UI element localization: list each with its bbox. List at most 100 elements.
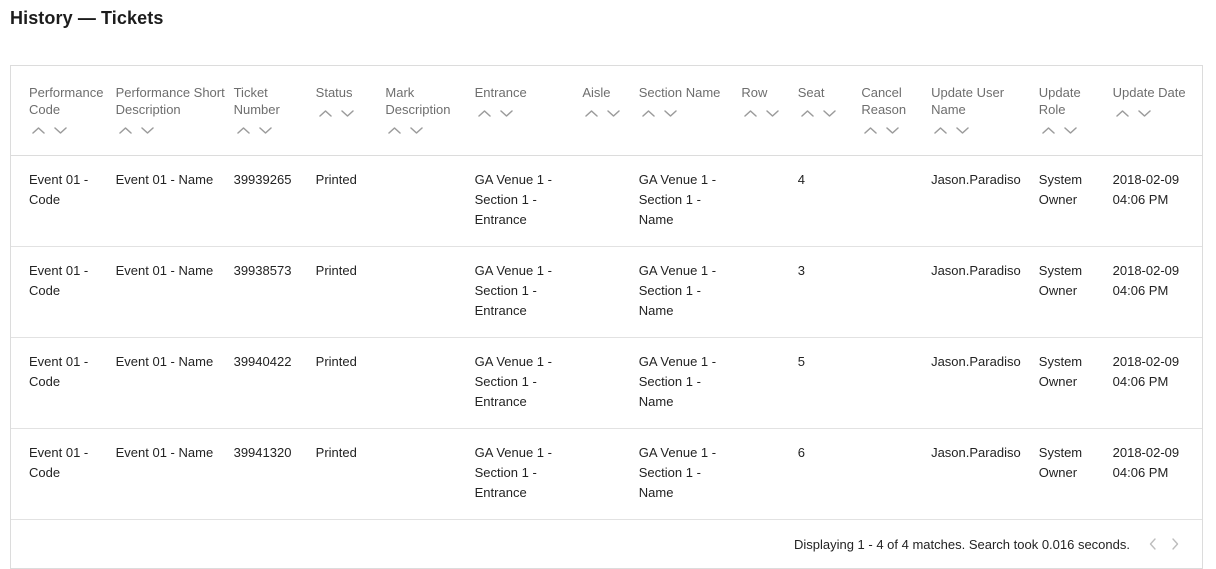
cell-status: Printed [315,246,386,338]
cell-update-date: 2018-02-09 04:06 PM [1112,155,1202,247]
cell-update-role: System Owner [1038,428,1113,520]
sort-controls [861,124,925,137]
chevron-right-icon[interactable] [1164,535,1186,553]
chevron-up-icon[interactable] [931,124,953,137]
column-header-cancel-reason[interactable]: Cancel Reason [861,66,932,156]
column-header-label: Status [315,85,353,100]
column-header-performance-short-desc[interactable]: Performance Short Description [115,66,234,156]
pagination-controls [1142,535,1186,553]
cell-cancel-reason [861,428,932,520]
chevron-up-icon[interactable] [1113,107,1135,120]
column-header-label: Update Date [1112,85,1186,100]
column-header-mark-description[interactable]: Mark Description [385,66,475,156]
column-header-label: Performance Short Description [115,85,225,117]
chevron-down-icon[interactable] [883,124,905,137]
chevron-down-icon[interactable] [820,107,842,120]
page-title: History — Tickets [10,8,164,28]
column-header-status[interactable]: Status [315,66,386,156]
chevron-down-icon[interactable] [497,107,519,120]
chevron-up-icon[interactable] [861,124,883,137]
cell-update-date: 2018-02-09 04:06 PM [1112,246,1202,338]
sort-controls [475,107,577,120]
cell-update-date: 2018-02-09 04:06 PM [1112,337,1202,429]
cell-performance-code: Event 01 - Code [11,428,116,520]
column-header-performance-code[interactable]: Performance Code [11,66,116,156]
sort-controls [639,107,736,120]
table-row[interactable]: Event 01 - Code Event 01 - Name 39938573 Pr… [11,246,1202,338]
chevron-down-icon[interactable] [338,107,360,120]
chevron-down-icon[interactable] [138,124,160,137]
sort-controls [1113,107,1196,120]
chevron-up-icon[interactable] [29,124,51,137]
column-header-aisle[interactable]: Aisle [582,66,639,156]
chevron-up-icon[interactable] [234,124,256,137]
cell-section-name: GA Venue 1 - Section 1 - Name [638,337,742,429]
chevron-down-icon[interactable] [1135,107,1157,120]
table-row[interactable]: Event 01 - Code Event 01 - Name 39941320 Pr… [11,428,1202,520]
column-header-label: Entrance [474,85,527,100]
column-header-label: Update User Name [931,85,1005,117]
chevron-down-icon[interactable] [1061,124,1083,137]
cell-update-user-name: Jason.Paradiso [931,246,1039,338]
cell-cancel-reason [861,155,932,247]
chevron-up-icon[interactable] [316,107,338,120]
chevron-down-icon[interactable] [407,124,429,137]
cell-status: Printed [315,337,386,429]
column-header-entrance[interactable]: Entrance [474,66,583,156]
cell-ticket-number: 39938573 [233,246,316,338]
chevron-up-icon[interactable] [741,107,763,120]
table-footer: Displaying 1 - 4 of 4 matches. Search to… [11,520,1202,568]
chevron-up-icon[interactable] [116,124,138,137]
cell-performance-code: Event 01 - Code [11,246,116,338]
chevron-down-icon[interactable] [604,107,626,120]
cell-section-name: GA Venue 1 - Section 1 - Name [638,155,742,247]
table-header: Performance Code Performance Short Descri… [11,66,1202,156]
sort-controls [741,107,791,120]
column-header-ticket-number[interactable]: Ticket Number [233,66,316,156]
column-header-update-date[interactable]: Update Date [1112,66,1202,156]
cell-update-role: System Owner [1038,337,1113,429]
column-header-label: Seat [797,85,825,100]
column-header-label: Aisle [582,85,611,100]
column-header-update-user-name[interactable]: Update User Name [931,66,1039,156]
chevron-down-icon[interactable] [953,124,975,137]
chevron-up-icon[interactable] [582,107,604,120]
chevron-up-icon[interactable] [385,124,407,137]
sort-controls [931,124,1033,137]
sort-controls [29,124,110,137]
cell-status: Printed [315,428,386,520]
cell-aisle [582,428,639,520]
column-header-section-name[interactable]: Section Name [638,66,742,156]
cell-aisle [582,337,639,429]
table-header-row: Performance Code Performance Short Descri… [11,66,1202,156]
cell-update-user-name: Jason.Paradiso [931,428,1039,520]
cell-row [741,155,798,247]
table-row[interactable]: Event 01 - Code Event 01 - Name 39939265 Pr… [11,155,1202,247]
column-header-row[interactable]: Row [741,66,798,156]
results-status-text: Displaying 1 - 4 of 4 matches. Search to… [793,536,1130,552]
chevron-up-icon[interactable] [639,107,661,120]
column-header-seat[interactable]: Seat [797,66,862,156]
cell-seat: 3 [797,246,862,338]
cell-entrance: GA Venue 1 - Section 1 - Entrance [474,428,583,520]
chevron-down-icon[interactable] [661,107,683,120]
column-header-update-role[interactable]: Update Role [1038,66,1113,156]
sort-controls [316,107,380,120]
cell-row [741,246,798,338]
chevron-down-icon[interactable] [256,124,278,137]
chevron-up-icon[interactable] [798,107,820,120]
chevron-down-icon[interactable] [763,107,785,120]
table-row[interactable]: Event 01 - Code Event 01 - Name 39940422 Pr… [11,337,1202,429]
cell-mark-description [385,155,475,247]
cell-cancel-reason [861,246,932,338]
column-header-label: Performance Code [29,85,104,117]
cell-ticket-number: 39940422 [233,337,316,429]
cell-status: Printed [315,155,386,247]
chevron-up-icon[interactable] [475,107,497,120]
chevron-up-icon[interactable] [1039,124,1061,137]
cell-performance-short-desc: Event 01 - Name [115,337,234,429]
chevron-down-icon[interactable] [51,124,73,137]
history-tickets-page: History — Tickets Performance Code Perfo… [0,0,1216,569]
column-header-label: Row [741,85,768,100]
chevron-left-icon[interactable] [1142,535,1164,553]
